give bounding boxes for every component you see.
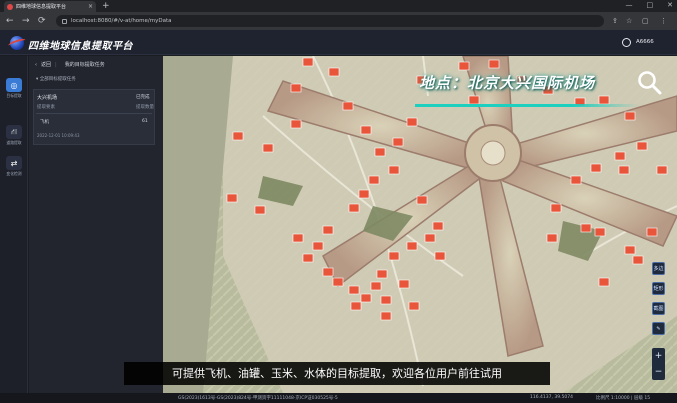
url-text[interactable]: localhost:8080/#/v-at/home/myData xyxy=(71,18,172,24)
browser-toolbar: ← → ⟳ localhost:8080/#/v-at/home/myData … xyxy=(0,12,677,30)
sidebar-item-target-extraction[interactable]: ◎ 目标提取 xyxy=(3,78,25,104)
panel-subtitle-text: 全部目标提取任务 xyxy=(39,77,76,82)
target-type: 飞机 xyxy=(40,120,49,125)
target-count: 61 xyxy=(142,119,148,124)
user-avatar-icon[interactable] xyxy=(622,38,631,47)
zoom-control: + − xyxy=(652,348,665,380)
task-time: 2022-12-01 10:09:43 xyxy=(37,133,80,138)
task-status: 已完成 xyxy=(136,95,150,100)
sidebar-item-label: 道路提取 xyxy=(6,140,22,145)
new-tab-button[interactable]: + xyxy=(102,1,110,11)
rectangle-tool-button[interactable]: 矩形 xyxy=(652,282,665,295)
sidebar-item-label: 变化检测 xyxy=(6,171,22,176)
address-bar[interactable]: localhost:8080/#/v-at/home/myData xyxy=(56,15,604,27)
breadcrumb-title: 我的目标提取任务 xyxy=(64,62,105,68)
maximize-button[interactable]: □ xyxy=(647,0,654,11)
profile-icon[interactable]: ▢ xyxy=(642,16,649,26)
tab-title: 四维地球信息提取平台 xyxy=(16,4,67,10)
breadcrumb: ‹ 返回 | 我的目标提取任务 xyxy=(35,61,105,69)
function-sidebar: ◎ 目标提取 ⛙ 道路提取 ⇄ 变化检测 xyxy=(0,56,28,393)
pencil-icon[interactable]: ✎ xyxy=(652,322,665,335)
app-title: 四维地球信息提取平台 xyxy=(28,41,133,52)
location-title: 地点：北京大兴国际机场 xyxy=(419,74,596,92)
window-controls: — □ ✕ xyxy=(626,0,674,11)
back-link[interactable]: 返回 xyxy=(41,61,51,68)
card-divider xyxy=(36,113,152,114)
site-info-icon[interactable] xyxy=(62,18,67,24)
coordinate-readout: 116.4137, 39.5074 xyxy=(530,395,573,400)
sidebar-item-label: 目标提取 xyxy=(6,93,22,98)
bookmark-star-icon[interactable]: ☆ xyxy=(626,16,632,26)
location-underline xyxy=(415,104,639,107)
road-icon: ⛙ xyxy=(6,125,22,139)
target-icon: ◎ xyxy=(6,78,22,92)
sidebar-item-change-detection[interactable]: ⇄ 变化检测 xyxy=(3,156,25,182)
task-name: 大兴机场 xyxy=(37,95,58,101)
sidebar-item-road-extraction[interactable]: ⛙ 道路提取 xyxy=(3,125,25,151)
status-bar: GS(2023)1613号-GS(2023)824号-甲测资字11111048-… xyxy=(0,393,677,403)
minimize-button[interactable]: — xyxy=(626,0,633,11)
screenshot-tool-button[interactable]: 截图 xyxy=(652,302,665,315)
breadcrumb-divider: | xyxy=(55,61,57,68)
back-arrow-icon[interactable]: ← xyxy=(6,15,14,27)
reload-icon[interactable]: ⟳ xyxy=(38,15,46,27)
user-name[interactable]: A6666 xyxy=(636,39,654,45)
search-icon xyxy=(638,71,662,95)
favicon-icon xyxy=(7,3,13,10)
change-icon: ⇄ xyxy=(6,156,22,170)
close-window-button[interactable]: ✕ xyxy=(667,0,673,11)
panel-subtitle: ▾ 全部目标提取任务 xyxy=(36,77,76,82)
column-label-target: 提取要素 xyxy=(37,105,55,110)
tab-close-button[interactable]: × xyxy=(88,3,93,10)
browser-menu-icon[interactable]: ⋮ xyxy=(660,16,667,26)
map-copyright: GS(2023)1613号-GS(2023)824号-甲测资字11111048-… xyxy=(178,396,338,401)
video-subtitle: 可提供飞机、油罐、玉米、水体的目标提取，欢迎各位用户前往试用 xyxy=(124,362,550,385)
column-label-count: 提取数量 xyxy=(136,105,154,110)
browser-tab-bar: 四维地球信息提取平台 × + — □ ✕ xyxy=(0,0,677,12)
forward-arrow-icon[interactable]: → xyxy=(22,15,30,27)
browser-tab[interactable]: 四维地球信息提取平台 × xyxy=(4,1,96,12)
zoom-out-button[interactable]: − xyxy=(652,364,665,380)
polygon-tool-button[interactable]: 多边 xyxy=(652,262,665,275)
share-icon[interactable]: ⇪ xyxy=(612,16,618,26)
zoom-in-button[interactable]: + xyxy=(652,348,665,364)
scale-readout: 比例尺 1:10000 | 层级 15 xyxy=(596,396,651,401)
back-chevron-icon[interactable]: ‹ xyxy=(35,62,37,68)
